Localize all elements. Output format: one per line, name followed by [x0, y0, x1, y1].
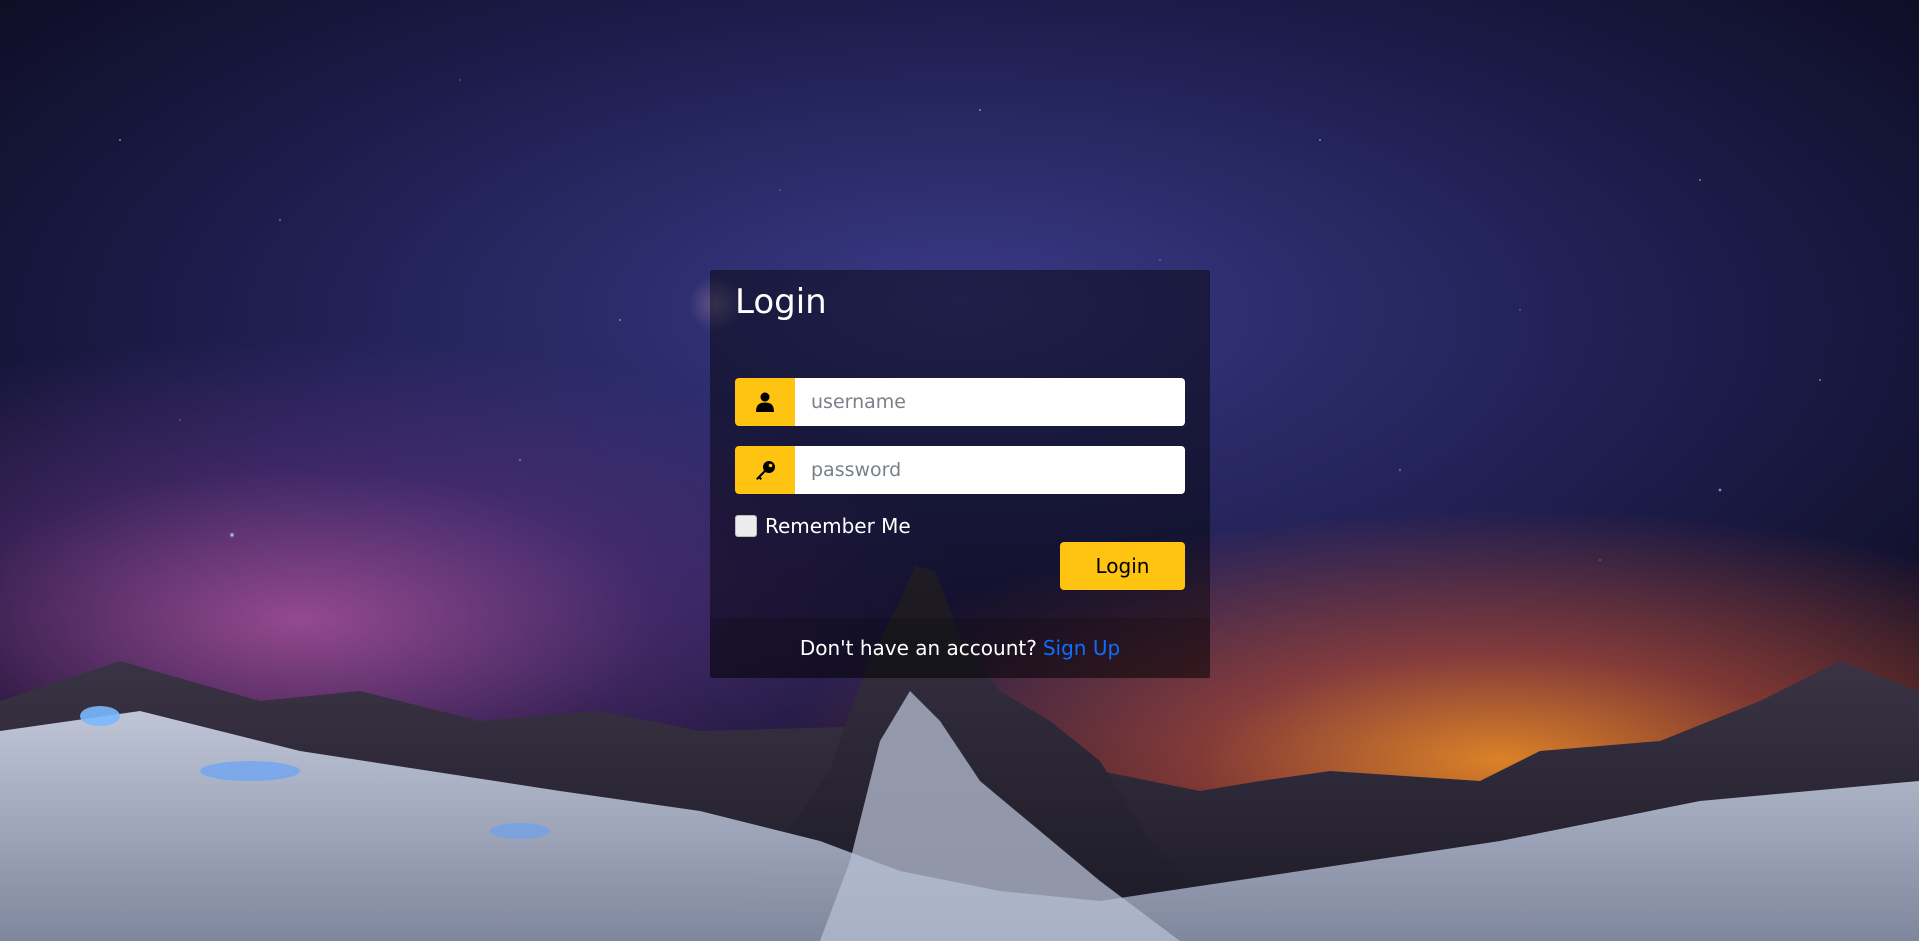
login-card: Login Remember Me Login Don't have an ac…: [710, 270, 1210, 678]
password-input-group: [735, 446, 1185, 494]
signup-prompt: Don't have an account?: [799, 636, 1037, 660]
remember-me-label: Remember Me: [765, 514, 911, 538]
signup-link[interactable]: Sign Up: [1043, 636, 1120, 660]
remember-me-checkbox[interactable]: [735, 515, 757, 537]
signup-footer: Don't have an account? Sign Up: [710, 618, 1210, 678]
password-field[interactable]: [795, 446, 1185, 494]
key-icon: [756, 461, 775, 480]
login-button[interactable]: Login: [1060, 542, 1185, 590]
login-title: Login: [735, 282, 827, 322]
password-addon: [735, 446, 795, 494]
username-addon: [735, 378, 795, 426]
username-field[interactable]: [795, 378, 1185, 426]
remember-me-row[interactable]: Remember Me: [735, 514, 911, 538]
username-input-group: [735, 378, 1185, 426]
user-icon: [756, 392, 774, 412]
